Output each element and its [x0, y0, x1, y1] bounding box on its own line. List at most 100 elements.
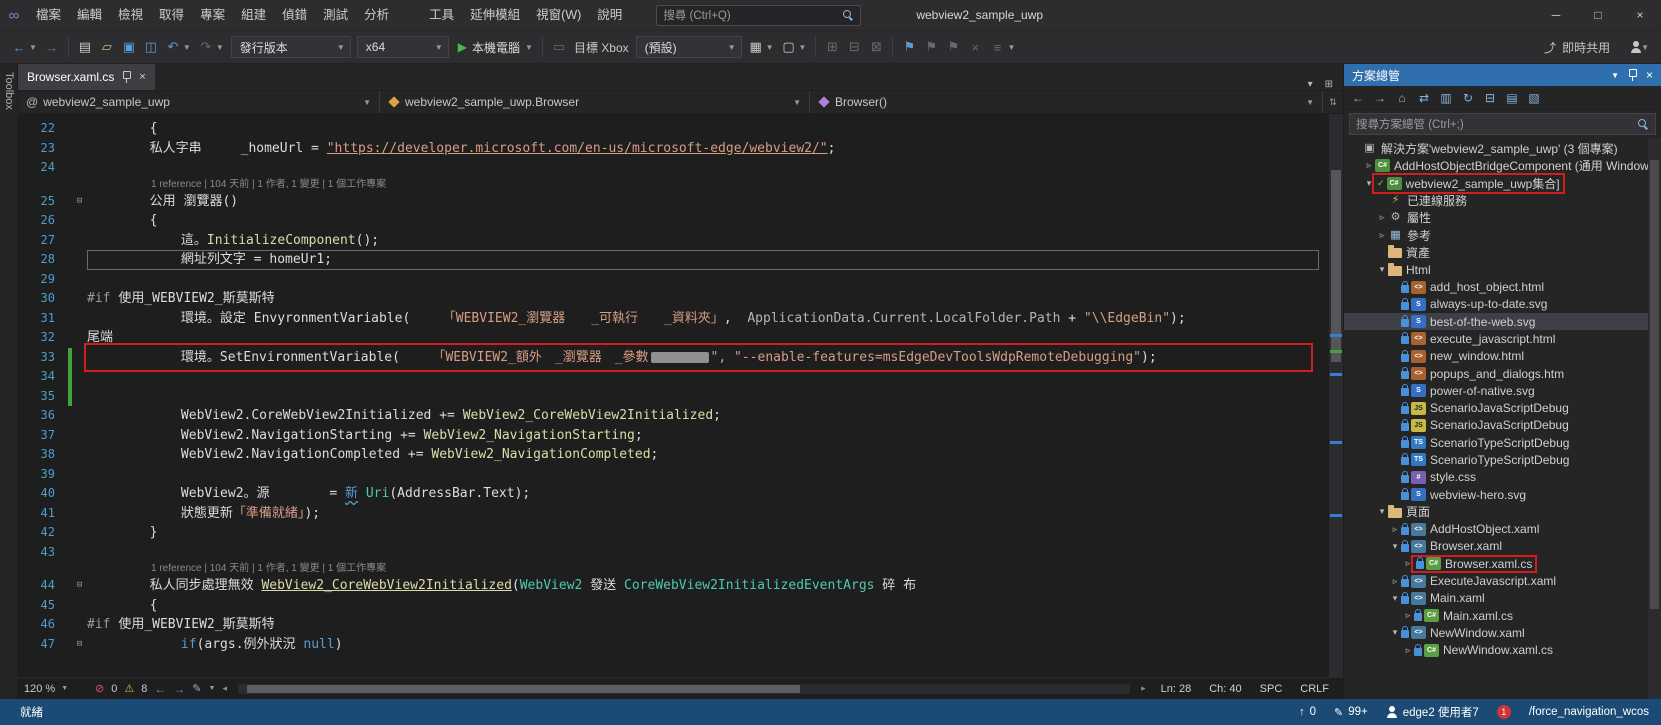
codelens-indicator[interactable]: 1 reference | 104 天前 | 1 作者, 1 變更 | 1 個工… [18, 562, 1343, 576]
tree-item-newwindow-xaml[interactable]: ▾ <> NewWindow.xaml [1344, 624, 1661, 641]
switch-views-icon[interactable]: ⇄ [1414, 91, 1434, 105]
tree-item-add-host-object-html[interactable]: <> add_host_object.html [1344, 278, 1661, 295]
code-line-32[interactable]: 32 尾端 [18, 328, 1343, 348]
tree-item-main-xaml-cs[interactable]: ▹ C# Main.xaml.cs [1344, 607, 1661, 624]
solution-configuration-combo[interactable]: 發行版本 ▼ [230, 36, 351, 58]
show-all-files-icon[interactable]: ▤ [1502, 91, 1522, 105]
home-icon[interactable]: ⌂ [1392, 91, 1412, 105]
nav-backward-icon[interactable]: ← [8, 40, 30, 55]
code-line-36[interactable]: 36 WebView2.CoreWebView2Initialized += W… [18, 406, 1343, 426]
line-number[interactable]: 33 [18, 348, 68, 368]
code-line-26[interactable]: 26 { [18, 211, 1343, 231]
menu-project[interactable]: 專案 [192, 0, 233, 30]
dropdown-caret-icon[interactable]: ▼ [1007, 43, 1015, 52]
app-toolbar-icon[interactable]: ▦ [745, 39, 767, 55]
expander-icon[interactable]: ▾ [1389, 627, 1401, 638]
scroll-right-icon[interactable]: ▸ [1141, 683, 1146, 694]
line-number[interactable]: 31 [18, 309, 68, 329]
line-number[interactable]: 37 [18, 426, 68, 446]
expander-icon[interactable]: ▹ [1389, 576, 1401, 587]
pending-edits[interactable]: ✎ 99+ [1334, 706, 1368, 719]
space-mode-indicator[interactable]: SPC [1260, 683, 1283, 695]
capture-icon[interactable]: ▢ [778, 39, 800, 55]
line-number[interactable]: 47 [18, 635, 68, 655]
tab-browser-xaml-cs[interactable]: Browser.xaml.cs × [18, 64, 155, 90]
tree-item-scenariotypescriptdebug[interactable]: TS ScenarioTypeScriptDebug [1344, 434, 1661, 451]
expander-icon[interactable]: ▹ [1363, 160, 1375, 171]
expander-icon[interactable]: ▾ [1376, 506, 1388, 517]
code-line-45[interactable]: 45 { [18, 596, 1343, 616]
tree-item-webview2-sample-uwp[interactable]: ▾ ✓ C# webview2_sample_uwp集合] [1344, 172, 1661, 194]
minimize-button[interactable]: ─ [1535, 0, 1577, 30]
line-number[interactable]: 38 [18, 445, 68, 465]
expander-icon[interactable]: ▾ [1389, 541, 1401, 552]
line-number[interactable]: 35 [18, 387, 68, 407]
line-number[interactable]: 29 [18, 270, 68, 290]
open-file-icon[interactable]: ▱ [96, 39, 118, 55]
menu-get[interactable]: 取得 [151, 0, 192, 30]
tree-item-new-window-html[interactable]: <> new_window.html [1344, 348, 1661, 365]
tree-item-item[interactable]: ▹ ▦ 參考 [1344, 226, 1661, 243]
dropdown-caret-icon[interactable]: ▼ [799, 43, 807, 52]
line-number[interactable]: 36 [18, 406, 68, 426]
code-line-41[interactable]: 41 狀態更新「準備就緒」); [18, 504, 1343, 524]
document-dropdown-icon[interactable]: ▾ [1308, 79, 1313, 90]
codelens-indicator[interactable]: 1 reference | 104 天前 | 1 作者, 1 變更 | 1 個工… [18, 178, 1343, 192]
navigate-forward-icon[interactable]: → [173, 682, 185, 696]
close-button[interactable]: × [1619, 0, 1661, 30]
code-line-37[interactable]: 37 WebView2.NavigationStarting += WebVie… [18, 426, 1343, 446]
dropdown-caret-icon[interactable]: ▼ [1641, 43, 1649, 52]
line-number[interactable]: 27 [18, 231, 68, 251]
tree-item-always-up-to-date-svg[interactable]: Salways-up-to-date.svg [1344, 296, 1661, 313]
menu-help[interactable]: 說明 [589, 0, 630, 30]
tree-item-scenariotypescriptdebug[interactable]: TS ScenarioTypeScriptDebug [1344, 451, 1661, 468]
start-debugging-button[interactable]: ▶ 本機電腦 [458, 39, 520, 56]
expander-icon[interactable]: ▹ [1389, 524, 1401, 535]
dropdown-caret-icon[interactable]: ▼ [525, 43, 533, 52]
account-avatar-icon[interactable] [1630, 41, 1642, 53]
tree-item-addhostobject-xaml[interactable]: ▹ <> AddHostObject.xaml [1344, 521, 1661, 538]
navigate-back-icon[interactable]: ← [154, 682, 166, 696]
error-count[interactable]: 0 [111, 683, 117, 695]
tree-item-item[interactable]: ▹ ⚙ 屬性 [1344, 209, 1661, 226]
save-icon[interactable]: ▣ [118, 39, 140, 55]
code-line-27[interactable]: 27 這。InitializeComponent(); [18, 231, 1343, 251]
warning-count[interactable]: 8 [141, 683, 147, 695]
collapse-all-icon[interactable]: ⊟ [1480, 91, 1500, 105]
close-panel-icon[interactable]: × [1646, 68, 1653, 82]
tree-item-best-of-the-web-svg[interactable]: Sbest-of-the-web.svg [1344, 312, 1661, 331]
code-line-42[interactable]: 42 } [18, 523, 1343, 543]
navbar-options-icon[interactable]: ⇅ [1323, 91, 1343, 113]
code-line-47[interactable]: 47 ⊟ if(args.例外狀況 null) [18, 635, 1343, 655]
expander-icon[interactable]: ▾ [1376, 264, 1388, 275]
tree-item-power-of-native-svg[interactable]: Spower-of-native.svg [1344, 382, 1661, 399]
target-xbox-label[interactable]: 目標 Xbox [574, 39, 629, 56]
tree-item-style-css[interactable]: # style.css [1344, 469, 1661, 486]
tree-item-html[interactable]: ▾ Html [1344, 261, 1661, 278]
save-all-icon[interactable]: ◫ [140, 39, 162, 55]
code-line-38[interactable]: 38 WebView2.NavigationCompleted += WebVi… [18, 445, 1343, 465]
expander-icon[interactable]: ▹ [1402, 645, 1414, 656]
code-line-33[interactable]: 33 環境。SetEnvironmentVariable( 「WEBVIEW2_… [18, 342, 1343, 372]
line-number[interactable]: 43 [18, 543, 68, 563]
step-tools-icon[interactable]: ⊟ [843, 39, 865, 55]
refresh-icon[interactable]: ↻ [1458, 91, 1478, 105]
pending-changes-icon[interactable]: ▥ [1436, 91, 1456, 105]
code-line-46[interactable]: 46 #if 使用_WEBVIEW2_斯莫斯特 [18, 615, 1343, 635]
deploy-target-icon[interactable]: ▭ [548, 39, 570, 55]
pin-icon[interactable] [122, 71, 132, 83]
fold-marker-icon[interactable]: ⊟ [72, 635, 87, 655]
split-window-icon[interactable]: ⊞ [1325, 79, 1333, 90]
code-line-40[interactable]: 40 WebView2。源 = 新 Uri(AddressBar.Text); [18, 484, 1343, 504]
menu-extensions[interactable]: 延伸模組 [462, 0, 528, 30]
zoom-control[interactable]: 120 % ▼ [24, 683, 88, 695]
tree-item-item[interactable]: ▾ 頁面 [1344, 503, 1661, 520]
notification-badge[interactable]: 1 [1496, 705, 1511, 719]
nav-forward-icon[interactable]: → [41, 40, 63, 55]
warning-icon[interactable]: ⚠ [124, 682, 134, 695]
line-number[interactable]: 46 [18, 615, 68, 635]
code-line-29[interactable]: 29 [18, 270, 1343, 290]
tree-item-scenariojavascriptdebug[interactable]: JS ScenarioJavaScriptDebug [1344, 417, 1661, 434]
tree-item-browser-xaml[interactable]: ▾ <> Browser.xaml [1344, 538, 1661, 555]
dropdown-caret-icon[interactable]: ▼ [216, 43, 224, 52]
